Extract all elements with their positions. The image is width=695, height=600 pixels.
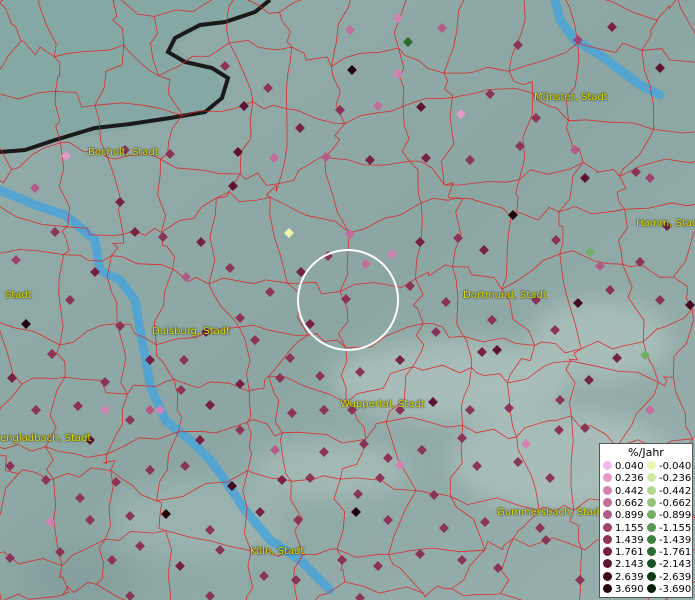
legend-swatch: [603, 534, 612, 544]
legend-label: 3.690: [615, 584, 644, 595]
legend-entry: -1.155: [647, 522, 692, 534]
legend-label: 1.439: [615, 534, 644, 546]
city-label-hamm[interactable]: Hamm, Stadt: [636, 218, 695, 229]
legend-label: -0.662: [659, 497, 692, 509]
legend-label: 2.143: [615, 559, 644, 571]
legend-entry: 1.439: [603, 534, 644, 546]
map-view[interactable]: Münster, Stadt Bocholt, Stadt Hamm, Stad…: [0, 0, 695, 600]
city-label-moenchengladbach[interactable]: engladbach, Stadt: [0, 433, 91, 444]
legend-entry: 1.761: [603, 547, 644, 558]
legend-swatch: [603, 522, 612, 532]
legend-entry: 2.143: [603, 559, 644, 570]
legend-swatch: [603, 473, 612, 483]
city-label-gummersbach[interactable]: Gummersbach, Stadt: [497, 507, 603, 518]
legend-label: 2.639: [615, 571, 644, 583]
legend-entry: -2.143: [647, 559, 691, 570]
legend-swatch: [647, 571, 656, 581]
city-label-bocholt[interactable]: Bocholt, Stadt: [88, 147, 159, 158]
legend-label: -0.442: [659, 485, 692, 497]
legend-entry: 0.442: [603, 485, 644, 497]
legend-label: -2.143: [659, 559, 692, 571]
legend-swatch: [603, 510, 612, 520]
legend-label: -0.899: [659, 510, 692, 522]
legend-swatch: [647, 559, 656, 569]
legend-swatch: [647, 510, 656, 520]
legend-swatch: [603, 485, 612, 495]
legend-swatch: [647, 473, 656, 483]
city-label-koeln[interactable]: Köln, Stadt: [250, 546, 304, 557]
legend-entry: 0.899: [603, 510, 644, 521]
legend-swatch: [647, 534, 656, 544]
legend-entry: -0.236: [647, 473, 691, 484]
city-label-muenster[interactable]: Münster, Stadt: [534, 92, 608, 103]
legend-swatch: [647, 461, 656, 470]
city-label-duisburg[interactable]: Duisburg, Stadt: [152, 326, 230, 337]
legend-swatch: [603, 461, 612, 470]
legend-label: 0.040: [615, 461, 644, 472]
legend-entry: 0.236: [603, 473, 644, 484]
legend-entry: -2.639: [647, 571, 692, 583]
legend-entry: -3.690: [647, 584, 691, 595]
legend-entry: -1.761: [647, 547, 691, 558]
legend-swatch: [603, 547, 612, 557]
legend-entry: -0.662: [647, 497, 692, 509]
legend-swatch: [603, 559, 612, 569]
legend-entry: -0.899: [647, 510, 691, 521]
legend-label: -2.639: [659, 571, 692, 583]
legend-swatch: [647, 584, 656, 593]
legend-label: -0.236: [659, 473, 692, 485]
legend-swatch: [647, 522, 656, 532]
legend-label: 1.761: [615, 547, 644, 559]
legend: %/Jahr 0.040 0.236 0.442 0.662 0.899 1.155 1.4…: [599, 443, 693, 598]
legend-label: -1.155: [659, 522, 692, 534]
legend-title: %/Jahr: [628, 446, 664, 459]
legend-entry: -0.040: [647, 461, 691, 472]
legend-swatch: [603, 584, 612, 593]
legend-label: -1.439: [659, 534, 692, 546]
legend-entry: 0.662: [603, 497, 644, 509]
city-label-stadt-left[interactable]: Stadt: [5, 290, 32, 301]
legend-swatch: [603, 497, 612, 507]
legend-label: 0.662: [615, 497, 644, 509]
legend-swatch: [647, 497, 656, 507]
legend-label: -1.761: [659, 547, 692, 559]
legend-label: -3.690: [659, 584, 692, 595]
legend-swatch: [647, 547, 656, 557]
city-label-wuppertal[interactable]: Wuppertal, Stadt: [340, 399, 425, 410]
legend-label: 0.236: [615, 473, 644, 485]
legend-swatch: [647, 485, 656, 495]
legend-swatch: [603, 571, 612, 581]
city-label-dortmund[interactable]: Dortmund, Stadt: [463, 290, 547, 301]
legend-entry: 3.690: [603, 584, 644, 595]
legend-entry: -1.439: [647, 534, 692, 546]
legend-entry: 0.040: [603, 461, 644, 472]
legend-entry: -0.442: [647, 485, 692, 497]
legend-label: 0.899: [615, 510, 644, 522]
legend-label: -0.040: [659, 461, 692, 472]
legend-label: 0.442: [615, 485, 644, 497]
legend-entry: 1.155: [603, 522, 644, 534]
legend-label: 1.155: [615, 522, 644, 534]
legend-entry: 2.639: [603, 571, 644, 583]
